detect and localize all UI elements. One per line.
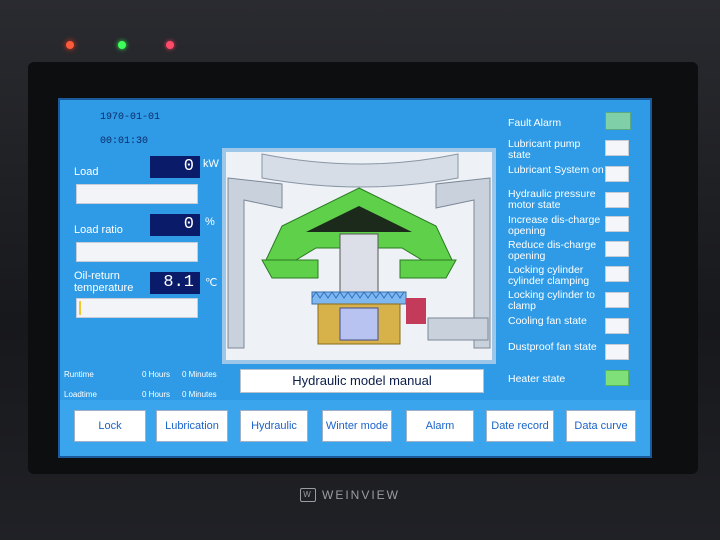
mode-banner: Hydraulic model manual bbox=[240, 369, 484, 393]
comm-led-icon bbox=[166, 41, 174, 49]
indicator-reduce-discharge bbox=[605, 241, 629, 257]
runtime-label: Runtime bbox=[64, 370, 94, 379]
oil-return-bar-fill bbox=[79, 301, 81, 315]
brand-logo-icon: W bbox=[300, 488, 316, 502]
oil-return-label: Oil-return temperature bbox=[74, 270, 134, 294]
power-led-icon bbox=[66, 41, 74, 49]
nav-alarm-button[interactable]: Alarm bbox=[406, 410, 474, 442]
loadtime-label: Loadtime bbox=[64, 390, 97, 399]
time-display: 00:01:30 bbox=[100, 136, 149, 147]
nav-hydraulic-button[interactable]: Hydraulic bbox=[240, 410, 308, 442]
indicator-lubricant-pump bbox=[605, 140, 629, 156]
status-label-lubricant-pump: Lubricant pump state bbox=[508, 138, 581, 161]
load-ratio-unit: % bbox=[205, 216, 215, 228]
status-label-locking-clamping: Locking cylinder cylinder clamping bbox=[508, 264, 590, 287]
date-display: 1970-01-01 bbox=[100, 112, 161, 123]
status-label-cooling-fan: Cooling fan state bbox=[508, 315, 587, 327]
status-label-locking-to-clamp: Locking cylinder to clamp bbox=[508, 289, 595, 312]
hmi-screen: 1970-01-01 00:01:30 Load 0 kW Load ratio… bbox=[58, 98, 652, 458]
status-label-hydraulic-motor: Hydraulic pressure motor state bbox=[508, 188, 596, 211]
oil-return-bar bbox=[76, 298, 198, 318]
status-label-increase-discharge: Increase dis-charge opening bbox=[508, 214, 601, 237]
indicator-lubricant-system bbox=[605, 166, 629, 182]
loadtime-minutes: 0 Minutes bbox=[182, 390, 217, 399]
loadtime-hours: 0 Hours bbox=[142, 390, 171, 399]
runtime-hours: 0 Hours bbox=[142, 370, 171, 379]
indicator-fault-alarm bbox=[605, 112, 631, 130]
indicator-hydraulic-motor bbox=[605, 192, 629, 208]
brand-name: WEINVIEW bbox=[322, 488, 400, 502]
load-label: Load bbox=[74, 166, 99, 178]
status-label-reduce-discharge: Reduce dis-charge opening bbox=[508, 239, 597, 262]
oil-return-value: 8.1 bbox=[150, 272, 200, 294]
crusher-cross-section-graphic bbox=[222, 148, 496, 364]
load-ratio-bar bbox=[76, 242, 198, 262]
indicator-increase-discharge bbox=[605, 216, 629, 232]
device-brand: W WEINVIEW bbox=[300, 486, 420, 504]
nav-date-record-button[interactable]: Date record bbox=[486, 410, 554, 442]
status-label-fault-alarm: Fault Alarm bbox=[508, 117, 562, 129]
status-label-lubricant-system: Lubricant System on bbox=[508, 164, 604, 176]
indicator-locking-to-clamp bbox=[605, 292, 629, 308]
load-ratio-label: Load ratio bbox=[74, 224, 123, 236]
load-ratio-value: 0 bbox=[150, 214, 200, 236]
nav-lubrication-button[interactable]: Lubrication bbox=[156, 410, 228, 442]
nav-data-curve-button[interactable]: Data curve bbox=[566, 410, 636, 442]
indicator-heater bbox=[605, 370, 629, 386]
status-label-dustproof-fan: Dustproof fan state bbox=[508, 341, 597, 353]
nav-winter-mode-button[interactable]: Winter mode bbox=[322, 410, 392, 442]
run-led-icon bbox=[118, 41, 126, 49]
indicator-locking-clamping bbox=[605, 266, 629, 282]
indicator-cooling-fan bbox=[605, 318, 629, 334]
runtime-minutes: 0 Minutes bbox=[182, 370, 217, 379]
load-unit: kW bbox=[203, 158, 219, 170]
nav-lock-button[interactable]: Lock bbox=[74, 410, 146, 442]
load-bar bbox=[76, 184, 198, 204]
status-label-heater: Heater state bbox=[508, 373, 566, 385]
indicator-dustproof-fan bbox=[605, 344, 629, 360]
bottom-nav: Lock Lubrication Hydraulic Winter mode A… bbox=[60, 400, 650, 456]
load-value: 0 bbox=[150, 156, 200, 178]
oil-return-unit: ℃ bbox=[205, 277, 218, 289]
